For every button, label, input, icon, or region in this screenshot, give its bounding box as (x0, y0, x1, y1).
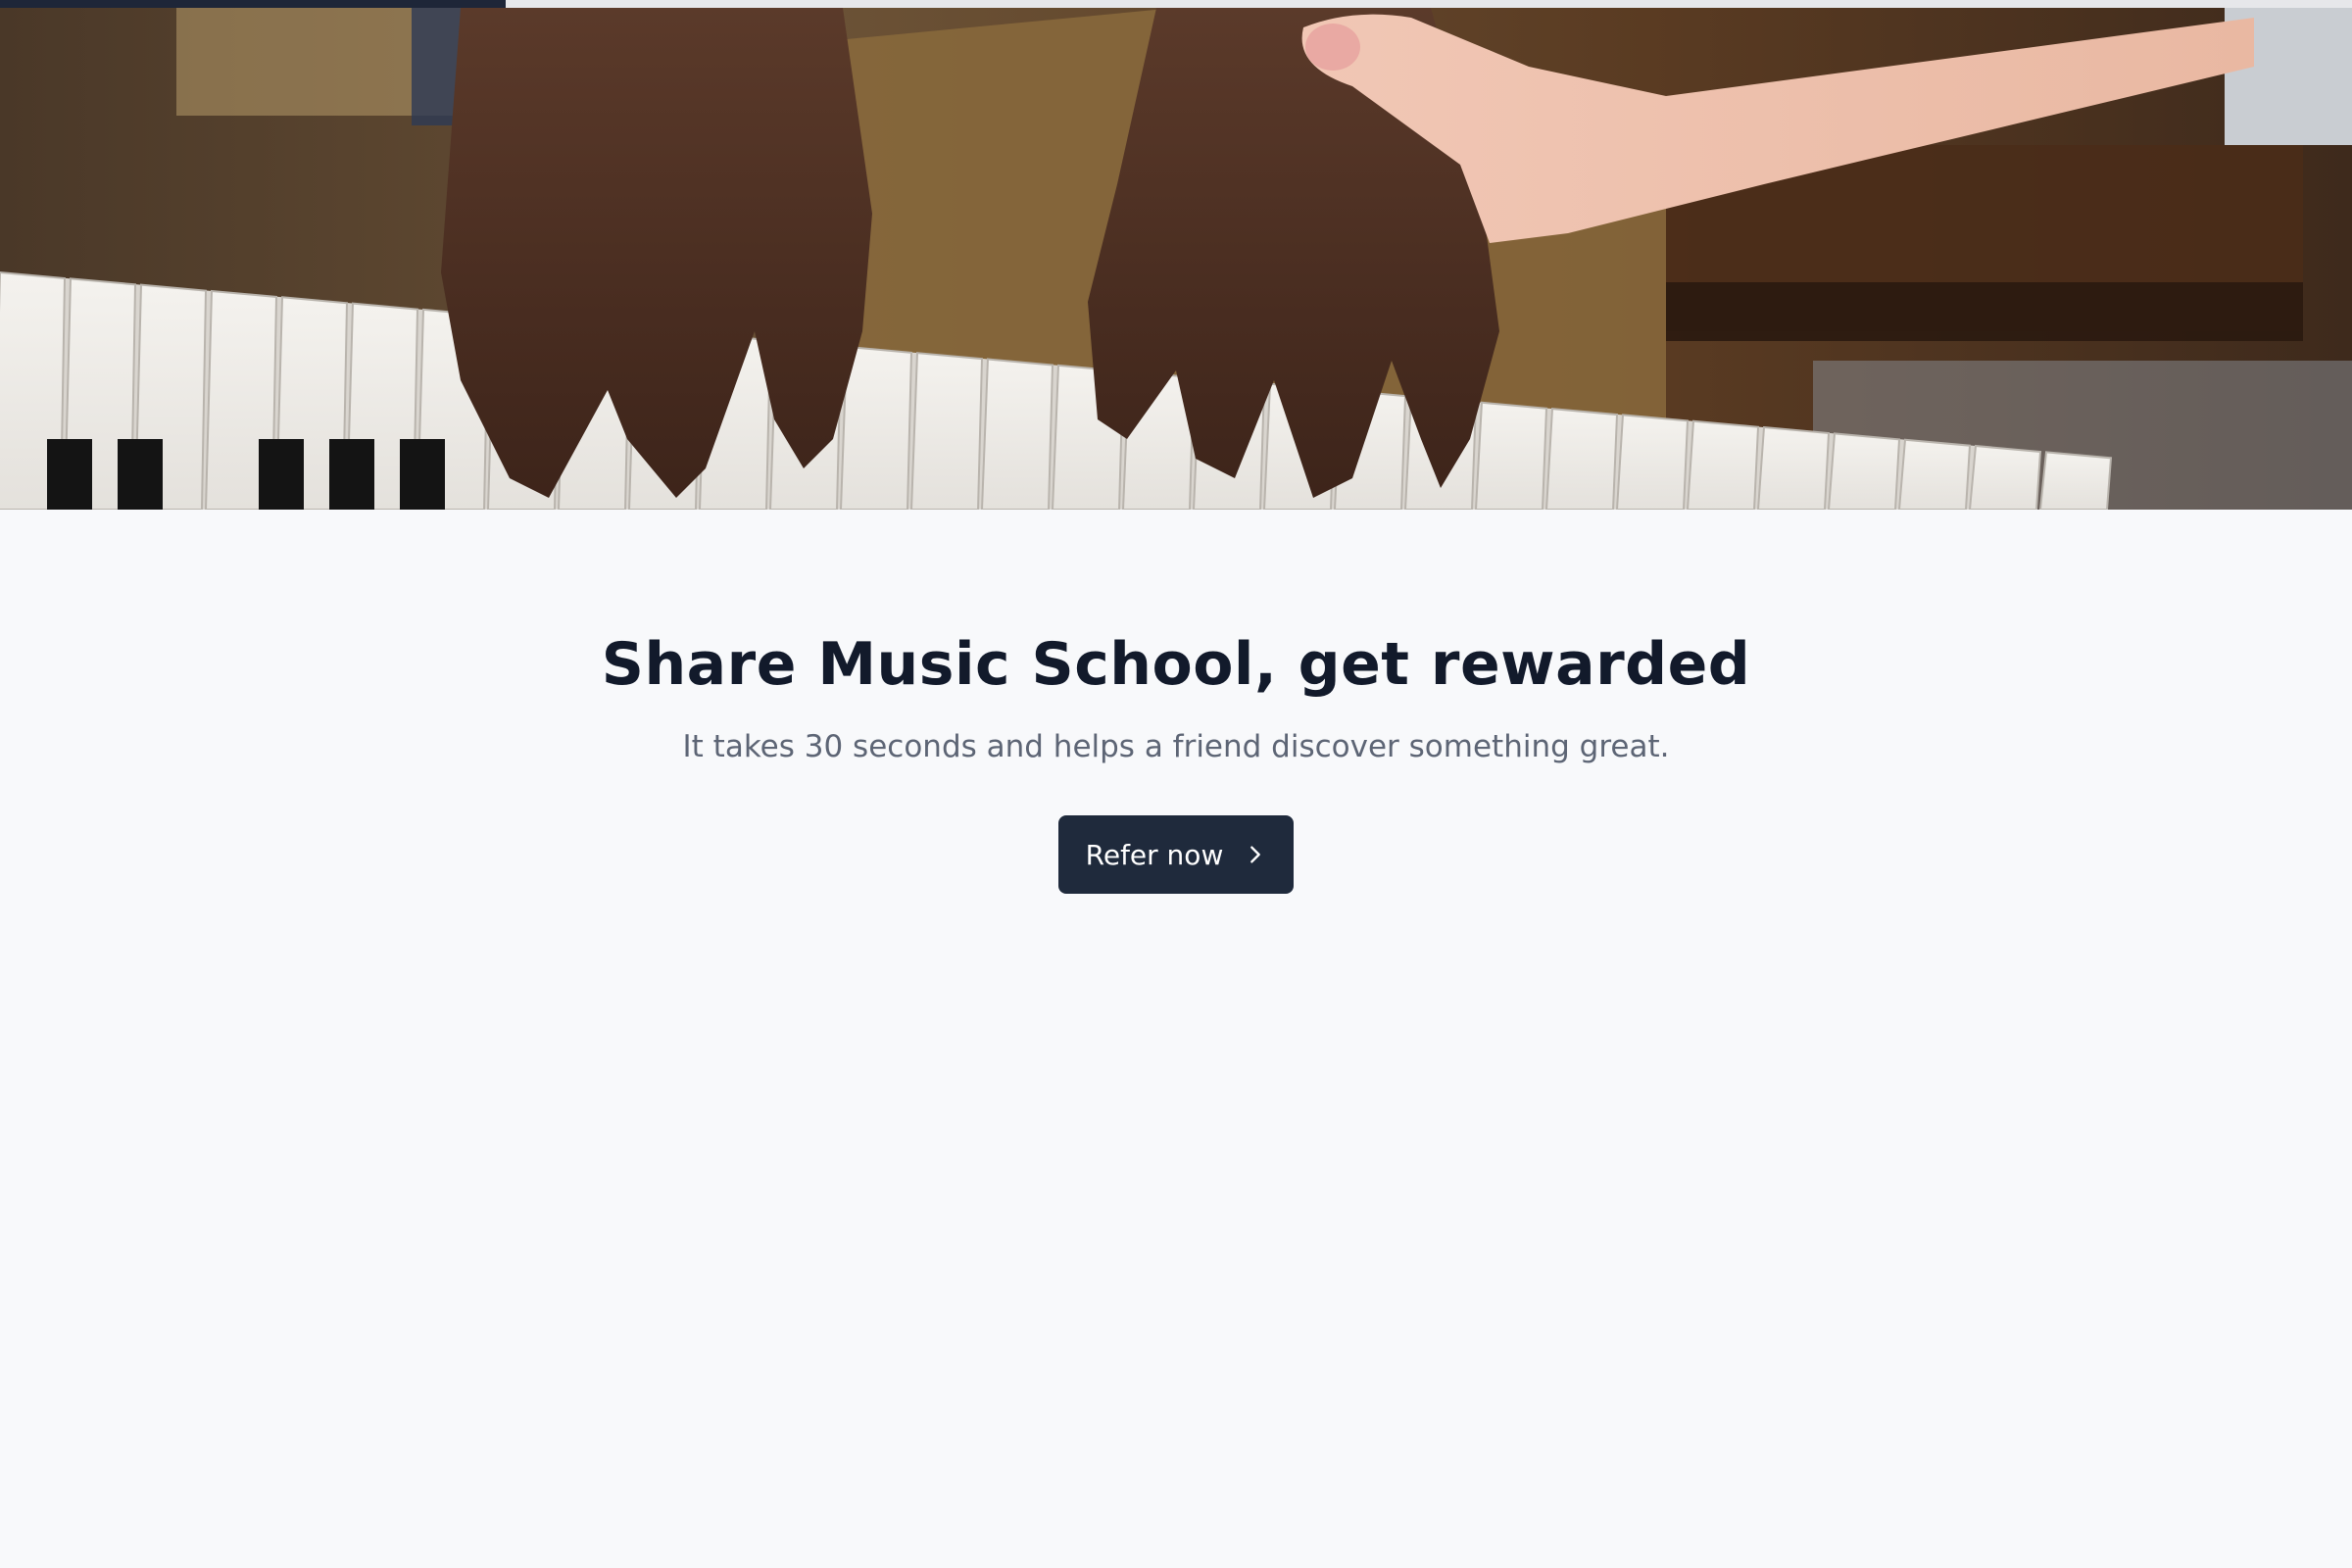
refer-now-button[interactable]: Refer now (1058, 815, 1294, 894)
white-key (1686, 419, 1760, 510)
white-key (1968, 444, 2042, 510)
black-key (118, 439, 163, 510)
subtitle: It takes 30 seconds and helps a friend d… (682, 729, 1670, 764)
white-key (1474, 401, 1548, 510)
black-key (47, 439, 92, 510)
progress-bar-fill (0, 0, 506, 8)
page-title: Share Music School, get rewarded (601, 630, 1751, 699)
white-key (2038, 451, 2113, 510)
white-key (980, 358, 1054, 510)
white-key (909, 352, 984, 510)
black-key (259, 439, 304, 510)
progress-bar (0, 0, 2352, 8)
hero-image (0, 8, 2352, 510)
white-key (1897, 438, 1972, 510)
chevron-right-icon (1250, 846, 1261, 863)
black-key (329, 439, 374, 510)
referral-section: Share Music School, get rewarded It take… (0, 510, 2352, 894)
refer-now-label: Refer now (1085, 838, 1224, 871)
white-key (1544, 407, 1619, 510)
white-key (1827, 432, 1901, 510)
hands-on-piano-keys-image (0, 8, 2352, 510)
white-key (1756, 425, 1831, 510)
black-key (400, 439, 445, 510)
white-key (1615, 414, 1690, 510)
